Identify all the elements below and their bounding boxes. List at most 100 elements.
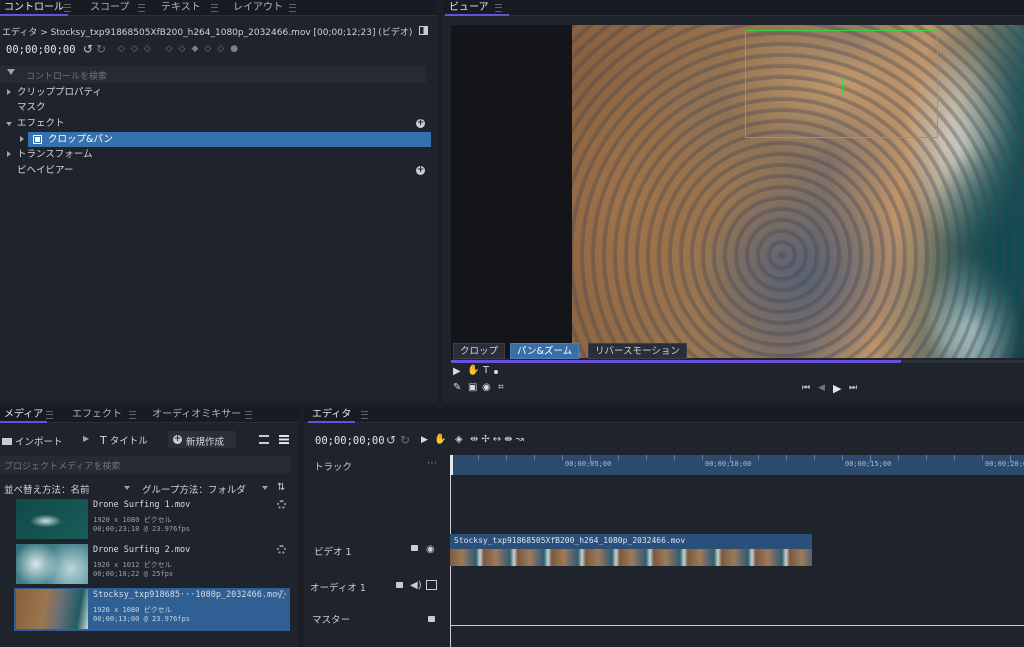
- redo-icon[interactable]: ↻: [400, 433, 410, 447]
- collapse-icon[interactable]: [6, 122, 12, 126]
- transform-row[interactable]: トランスフォーム: [0, 147, 437, 162]
- tab-text[interactable]: テキスト: [157, 0, 205, 16]
- tab-menu-icon[interactable]: [64, 4, 71, 12]
- sort-dropdown[interactable]: 並べ替え方法：名前: [4, 482, 132, 496]
- title-label: タイトル: [109, 436, 148, 447]
- mask-row[interactable]: マスク: [0, 100, 437, 115]
- media-search[interactable]: プロジェクトメディアを検索: [0, 456, 291, 473]
- effects-label: エフェクト: [17, 118, 65, 129]
- tab-menu-icon[interactable]: [138, 4, 145, 12]
- search-input[interactable]: コントロールを検索: [26, 69, 107, 82]
- ruler-label: 00;00;20;0: [985, 460, 1024, 468]
- clip-properties-row[interactable]: クリッププロパティ: [0, 85, 437, 100]
- ruler-tick: [562, 455, 563, 460]
- effects-row[interactable]: エフェクト +: [0, 116, 437, 131]
- title-button[interactable]: T タイトル: [100, 433, 148, 447]
- sort-order-icon[interactable]: ⇅: [277, 482, 285, 493]
- step-back-icon[interactable]: ◀: [818, 383, 825, 393]
- gear-icon[interactable]: [277, 500, 286, 509]
- crop-tool-icon[interactable]: ⌗: [498, 382, 504, 393]
- razor-tool-icon[interactable]: ◈: [455, 434, 463, 445]
- undo-icon[interactable]: ↺: [386, 433, 396, 447]
- eye-icon[interactable]: ◉: [426, 544, 435, 555]
- ruler-tick: [954, 455, 955, 460]
- mask-tool-icon[interactable]: ◉: [482, 382, 491, 393]
- playhead[interactable]: [450, 455, 453, 475]
- media-tabbar: メディア エフェクト オーディオミキサー: [0, 407, 298, 423]
- lock-icon[interactable]: [428, 616, 435, 622]
- add-behavior-icon[interactable]: +: [416, 166, 425, 175]
- grid-view-icon[interactable]: [279, 435, 289, 444]
- enable-checkbox[interactable]: [33, 135, 42, 144]
- frame-tool-icon[interactable]: ▣: [468, 382, 477, 393]
- add-icon: +: [173, 434, 182, 444]
- tab-effects[interactable]: エフェクト: [68, 407, 126, 423]
- gear-icon[interactable]: [277, 590, 286, 599]
- media-search-input[interactable]: プロジェクトメディアを検索: [4, 459, 120, 472]
- timeline-ruler[interactable]: 00;00;05;00 00;00;10;00 00;00;15;00 00;0…: [450, 455, 1024, 475]
- play-icon[interactable]: ▶: [833, 382, 841, 395]
- clip-filmstrip: [450, 549, 812, 566]
- filter-icon: [7, 69, 15, 75]
- tab-menu-icon[interactable]: [46, 411, 53, 419]
- timeline-tools-icon[interactable]: ⇹✢↔⇼↝: [470, 434, 527, 445]
- tab-reverse-motion[interactable]: リバースモーション: [588, 343, 687, 359]
- media-item-selected[interactable]: Stocksy_txp918685···1080p_2032466.mov 19…: [14, 588, 290, 631]
- media-duration: 00;00;13;00 @ 23.976fps: [93, 615, 190, 623]
- tab-editor[interactable]: エディタ: [308, 407, 356, 423]
- video-clip[interactable]: Stocksy_txp91868505XfB200_h264_1080p_203…: [450, 534, 812, 566]
- crop-pan-selected[interactable]: クロップ&パン: [28, 132, 431, 147]
- pen-tool-icon[interactable]: ✎: [453, 382, 461, 393]
- expand-icon[interactable]: [7, 89, 11, 95]
- skip-end-icon[interactable]: ⏭: [849, 383, 857, 393]
- tab-menu-icon[interactable]: [245, 411, 252, 419]
- pan-zoom-box[interactable]: [745, 30, 938, 138]
- tab-audio-mixer[interactable]: オーディオミキサー: [148, 407, 245, 423]
- tab-crop[interactable]: クロップ: [453, 343, 506, 359]
- tab-menu-icon[interactable]: [361, 411, 368, 419]
- redo-icon[interactable]: ↻: [96, 42, 106, 56]
- new-button[interactable]: + 新規作成: [168, 431, 236, 448]
- more-icon[interactable]: ⋯: [427, 458, 437, 469]
- expand-viewer-icon[interactable]: [419, 26, 428, 35]
- select-tool-icon[interactable]: ▶: [421, 435, 428, 445]
- lock-icon[interactable]: [396, 582, 403, 588]
- undo-icon[interactable]: ↺: [83, 42, 93, 56]
- tab-menu-icon[interactable]: [211, 4, 218, 12]
- expand-icon[interactable]: [7, 151, 11, 157]
- hand-tool-icon[interactable]: ✋: [434, 434, 446, 445]
- hand-tool-icon[interactable]: ✋: [467, 365, 479, 376]
- text-tool-icon[interactable]: T: [483, 365, 489, 376]
- tab-menu-icon[interactable]: [289, 4, 296, 12]
- skip-start-icon[interactable]: ⏮: [802, 383, 810, 393]
- expand-icon[interactable]: [20, 136, 24, 142]
- keyframe-controls[interactable]: ◇◇◇ ◇◇◆◇◇●: [118, 44, 244, 54]
- waveform-icon[interactable]: [426, 580, 437, 590]
- tab-layout[interactable]: レイアウト: [229, 0, 287, 16]
- crop-pan-row[interactable]: クロップ&パン: [0, 132, 437, 147]
- behavior-row[interactable]: ビヘイビアー +: [0, 163, 437, 178]
- tab-pan-zoom[interactable]: パン&ズーム: [510, 343, 580, 359]
- tab-media[interactable]: メディア: [0, 407, 48, 423]
- select-tool-icon[interactable]: ▶: [453, 366, 461, 377]
- media-item[interactable]: Drone Surfing 1.mov 1920 x 1080 ピクセル 00;…: [14, 498, 290, 541]
- crosshair-icon[interactable]: [835, 78, 850, 93]
- import-button[interactable]: インポート: [2, 434, 63, 448]
- tab-controls[interactable]: コントロール: [0, 0, 68, 16]
- lock-icon[interactable]: [411, 545, 418, 551]
- list-view-icon[interactable]: [259, 435, 269, 444]
- tab-menu-icon[interactable]: [129, 411, 136, 419]
- control-search[interactable]: コントロールを検索: [0, 66, 426, 83]
- timecode: 00;00;00;00: [6, 44, 76, 56]
- add-effect-icon[interactable]: +: [416, 119, 425, 128]
- media-item[interactable]: Drone Surfing 2.mov 1920 x 1012 ピクセル 00;…: [14, 543, 290, 586]
- speaker-icon[interactable]: ◀): [410, 580, 422, 591]
- tab-scope[interactable]: スコープ: [86, 0, 133, 16]
- viewer-progress[interactable]: [451, 360, 1024, 363]
- import-chevron-icon[interactable]: ▶: [83, 434, 89, 443]
- gear-icon[interactable]: [277, 545, 286, 554]
- folder-icon: [2, 438, 12, 445]
- viewer-canvas[interactable]: クロップ パン&ズーム リバースモーション: [451, 25, 1024, 359]
- group-dropdown[interactable]: グループ方法：フォルダ: [142, 482, 270, 496]
- tab-menu-icon[interactable]: [495, 4, 502, 12]
